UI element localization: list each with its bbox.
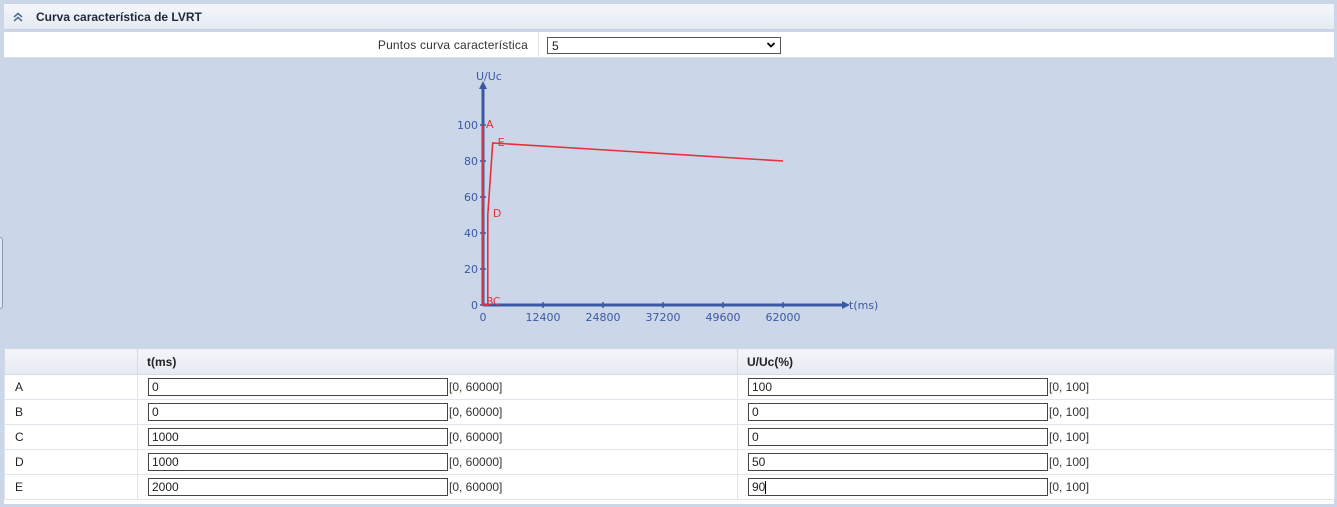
points-select[interactable]: 5 [547,37,781,54]
x-tick-label: 49600 [706,311,741,324]
t-cell: 1000 [0, 60000] [137,449,738,475]
u-cell: 100 [0, 100] [737,374,1335,400]
y-tick-label: 100 [457,119,478,132]
x-axis-label: t(ms) [849,299,878,312]
u-range: [0, 100] [1049,405,1090,419]
y-tick-label: 80 [464,155,478,168]
t-range: [0, 60000] [449,380,503,394]
t-input[interactable]: 1000 [148,453,448,471]
t-cell: 2000 [0, 60000] [137,474,738,500]
table-header-row: t(ms) U/Uc(%) [4,348,1335,375]
x-tick-label: 37200 [646,311,681,324]
lvrt-chart: U/Uc t(ms) 0 12400 24800 37200 49600 62000 0 20 40… [4,60,1334,346]
u-cell: 0 [0, 100] [737,424,1335,450]
points-table: t(ms) U/Uc(%) A 0 [0, 60000] 100 [0, 100… [4,348,1335,504]
table-row: D 1000 [0, 60000] 50 [0, 100] [4,449,1335,475]
u-cell: 50 [0, 100] [737,449,1335,475]
t-input-value: 0 [152,405,159,419]
t-input[interactable]: 0 [148,403,448,421]
point-label-a: A [486,118,494,131]
x-tick-label: 24800 [586,311,621,324]
u-input-value: 0 [752,430,759,444]
y-tick-label: 60 [464,191,478,204]
point-label-c: C [493,295,501,308]
points-select-value: 5 [552,38,559,53]
collapse-icon[interactable] [10,9,26,25]
row-name: D [4,449,138,475]
y-axis-label: U/Uc [476,70,502,83]
u-input[interactable]: 50 [748,453,1048,471]
side-handle[interactable] [0,237,3,309]
x-tick-label: 62000 [766,311,801,324]
t-cell: 1000 [0, 60000] [137,424,738,450]
u-input-value: 0 [752,405,759,419]
row-name: E [4,474,138,500]
row-name: C [4,424,138,450]
u-input-value: 100 [752,380,773,394]
u-input-value: 50 [752,455,766,469]
point-label-e: E [498,136,505,149]
u-cell: 90 [0, 100] [737,474,1335,500]
u-range: [0, 100] [1049,430,1090,444]
u-input[interactable]: 90 [748,478,1048,496]
points-row: Puntos curva característica 5 [4,32,1334,58]
header-u: U/Uc(%) [737,348,1335,375]
u-input[interactable]: 0 [748,403,1048,421]
t-range: [0, 60000] [449,430,503,444]
table-row: B 0 [0, 60000] 0 [0, 100] [4,399,1335,425]
t-input[interactable]: 0 [148,378,448,396]
t-cell: 0 [0, 60000] [137,374,738,400]
points-label: Puntos curva característica [377,38,528,52]
u-input[interactable]: 0 [748,428,1048,446]
t-input-value: 1000 [152,455,179,469]
t-cell: 0 [0, 60000] [137,399,738,425]
chart-svg: U/Uc t(ms) 0 12400 24800 37200 49600 62000 0 20 40… [457,70,878,324]
t-input-value: 0 [152,380,159,394]
y-tick-label: 0 [471,299,478,312]
table-row: A 0 [0, 60000] 100 [0, 100] [4,374,1335,400]
y-tick-label: 20 [464,263,478,276]
table-row: E 2000 [0, 60000] 90 [0, 100] [4,474,1335,500]
x-tick-label: 0 [480,311,487,324]
series-line [482,125,784,306]
point-label-d: D [493,207,501,220]
u-cell: 0 [0, 100] [737,399,1335,425]
row-name: A [4,374,138,400]
text-caret [765,480,767,494]
divider [538,32,539,58]
t-input-value: 1000 [152,430,179,444]
u-input[interactable]: 100 [748,378,1048,396]
t-input[interactable]: 2000 [148,478,448,496]
panel-header: Curva característica de LVRT [4,4,1334,30]
table-row: C 1000 [0, 60000] 0 [0, 100] [4,424,1335,450]
u-range: [0, 100] [1049,380,1090,394]
row-name: B [4,399,138,425]
chevron-down-icon [766,42,776,48]
header-t: t(ms) [137,348,738,375]
t-range: [0, 60000] [449,455,503,469]
t-input-value: 2000 [152,480,179,494]
u-input-value: 90 [752,480,766,494]
t-range: [0, 60000] [449,405,503,419]
u-range: [0, 100] [1049,480,1090,494]
y-tick-label: 40 [464,227,478,240]
u-range: [0, 100] [1049,455,1090,469]
panel-title: Curva característica de LVRT [36,9,202,24]
x-tick-label: 12400 [526,311,561,324]
t-range: [0, 60000] [449,480,503,494]
t-input[interactable]: 1000 [148,428,448,446]
header-name [4,348,138,375]
